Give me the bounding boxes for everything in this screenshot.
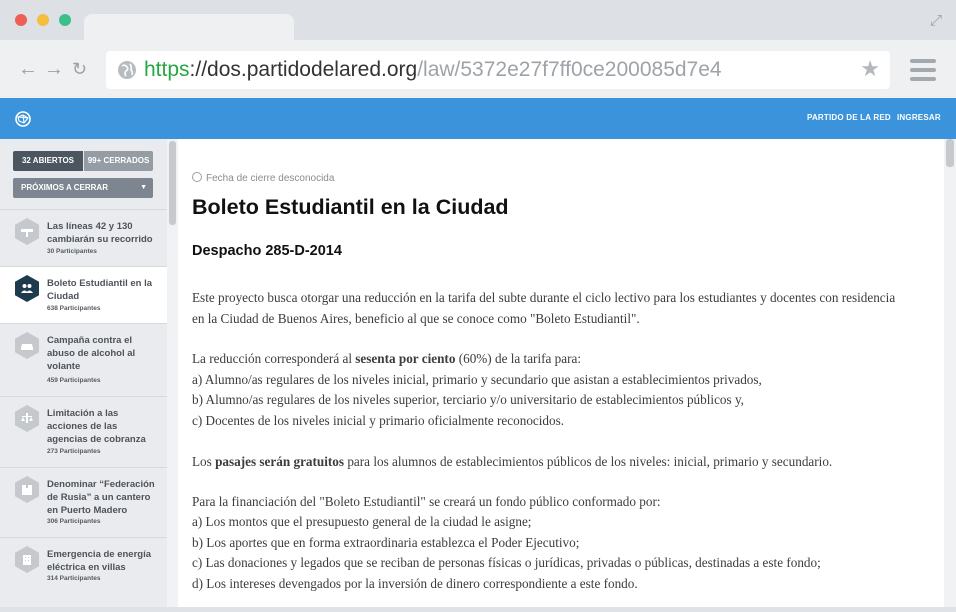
sidebar-scroll-thumb[interactable] bbox=[169, 141, 176, 225]
list-item-d: d) Los intereses devengados por la inver… bbox=[192, 576, 638, 591]
close-window-button[interactable] bbox=[15, 14, 27, 26]
list-item[interactable]: Boleto Estudiantil en la Ciudad 638 Part… bbox=[0, 266, 167, 323]
list-item[interactable]: Las líneas 42 y 130 cambiarán su recorri… bbox=[0, 209, 167, 266]
item-title: Limitación a las acciones de las agencia… bbox=[47, 408, 146, 445]
item-count: 273 Participantes bbox=[47, 448, 101, 455]
url-text: https://dos.partidodelared.org/law/5372e… bbox=[144, 57, 722, 83]
item-title: Emergencia de energía eléctrica en villa… bbox=[47, 549, 152, 573]
list-item-c: c) Las donaciones y legados que se recib… bbox=[192, 555, 821, 570]
browser-tab[interactable] bbox=[84, 14, 294, 42]
list-item[interactable]: Limitación a las acciones de las agencia… bbox=[0, 396, 167, 467]
open-filter-button[interactable]: 32 ABIERTOS bbox=[13, 151, 83, 171]
list-item-c: c) Docentes de los niveles inicial y pri… bbox=[192, 413, 565, 428]
clock-icon bbox=[192, 172, 202, 182]
car-icon bbox=[15, 332, 39, 359]
justice-icon bbox=[15, 405, 39, 432]
list-item[interactable]: Denominar “Federación de Rusia” a un can… bbox=[0, 467, 167, 537]
item-title: Las líneas 42 y 130 cambiarán su recorri… bbox=[47, 221, 153, 245]
logo-icon[interactable] bbox=[15, 111, 31, 127]
url-path: /law/5372e27f7ff0ce200085d7e4 bbox=[417, 58, 722, 81]
address-bar[interactable]: https://dos.partidodelared.org/law/5372e… bbox=[106, 51, 890, 89]
list-item[interactable]: Campaña contra el abuso de alcohol al vo… bbox=[0, 323, 167, 396]
maximize-window-button[interactable] bbox=[59, 14, 71, 26]
expand-icon[interactable]: ⤢ bbox=[930, 12, 942, 29]
partido-de-la-red-link[interactable]: PARTIDO DE LA RED bbox=[807, 113, 891, 122]
item-title: Campaña contra el abuso de alcohol al vo… bbox=[47, 335, 136, 372]
list-item[interactable]: Emergencia de energía eléctrica en villa… bbox=[0, 537, 167, 607]
people-icon bbox=[15, 275, 39, 302]
content-scrollbar[interactable] bbox=[944, 139, 956, 607]
url-host: dos.partidodelared.org bbox=[207, 58, 418, 81]
closed-filter-button[interactable]: 99+ CERRADOS bbox=[84, 151, 153, 171]
list-item-b: b) Los aportes que en forma extraordinar… bbox=[192, 535, 580, 550]
law-content: Fecha de cierre desconocida Boleto Estud… bbox=[178, 139, 944, 607]
close-date: Fecha de cierre desconocida bbox=[192, 172, 334, 184]
sort-label: PRÓXIMOS A CERRAR bbox=[21, 183, 108, 192]
building-icon bbox=[15, 546, 39, 573]
text: La reducción corresponderá al bbox=[192, 351, 356, 366]
item-title: Boleto Estudiantil en la Ciudad bbox=[47, 278, 153, 302]
paragraph-free-passes: Los pasajes serán gratuitos para los alu… bbox=[192, 452, 902, 473]
minimize-window-button[interactable] bbox=[37, 14, 49, 26]
puzzle-icon bbox=[15, 476, 39, 503]
paragraph-reduction: La reducción corresponderá al sesenta po… bbox=[192, 349, 902, 370]
bookmark-star-icon[interactable]: ★ bbox=[860, 56, 880, 82]
item-count: 30 Participantes bbox=[47, 248, 97, 255]
text: Los bbox=[192, 454, 216, 469]
back-arrow-icon[interactable]: ← bbox=[18, 58, 38, 80]
transport-icon bbox=[15, 218, 39, 245]
forward-arrow-icon[interactable]: → bbox=[44, 58, 64, 80]
law-subtitle: Despacho 285-D-2014 bbox=[192, 243, 342, 259]
paragraph-intro: Este proyecto busca otorgar una reducció… bbox=[192, 290, 896, 326]
item-count: 638 Participantes bbox=[47, 305, 101, 312]
hamburger-menu-icon[interactable] bbox=[910, 59, 936, 81]
list-item-b: b) Alumno/as regulares de los niveles su… bbox=[192, 392, 744, 407]
item-title: Denominar “Federación de Rusia” a un can… bbox=[47, 479, 155, 516]
page-title: Boleto Estudiantil en la Ciudad bbox=[192, 195, 509, 219]
text-bold: pasajes serán gratuitos bbox=[215, 454, 345, 469]
item-count: 314 Participantes bbox=[47, 575, 101, 582]
text: para los alumnos de establecimientos púb… bbox=[344, 454, 833, 469]
text: (60%) de la tarifa para: bbox=[455, 351, 581, 366]
sidebar: Las líneas 42 y 130 cambiarán su recorri… bbox=[0, 139, 178, 607]
content-scroll-thumb[interactable] bbox=[946, 139, 954, 167]
site-header: PARTIDO DE LA RED INGRESAR bbox=[0, 98, 956, 139]
ingresar-link[interactable]: INGRESAR bbox=[897, 113, 941, 122]
close-date-text: Fecha de cierre desconocida bbox=[206, 173, 335, 184]
caret-down-icon: ▼ bbox=[140, 184, 147, 191]
text-bold: sesenta por ciento bbox=[355, 351, 456, 366]
item-count: 459 Participantes bbox=[47, 377, 101, 384]
globe-icon bbox=[118, 61, 136, 79]
paragraph-financing: Para la financiación del "Boleto Estudia… bbox=[192, 494, 661, 509]
url-separator: :// bbox=[189, 58, 208, 81]
reload-icon[interactable]: ↻ bbox=[72, 58, 87, 80]
item-count: 306 Participantes bbox=[47, 518, 101, 525]
sort-dropdown[interactable]: PRÓXIMOS A CERRAR ▼ bbox=[13, 178, 153, 198]
url-scheme: https bbox=[144, 58, 190, 81]
list-item-a: a) Alumno/as regulares de los niveles in… bbox=[192, 372, 762, 387]
sidebar-scrollbar[interactable] bbox=[167, 139, 178, 607]
list-item-a: a) Los montos que el presupuesto general… bbox=[192, 514, 532, 529]
